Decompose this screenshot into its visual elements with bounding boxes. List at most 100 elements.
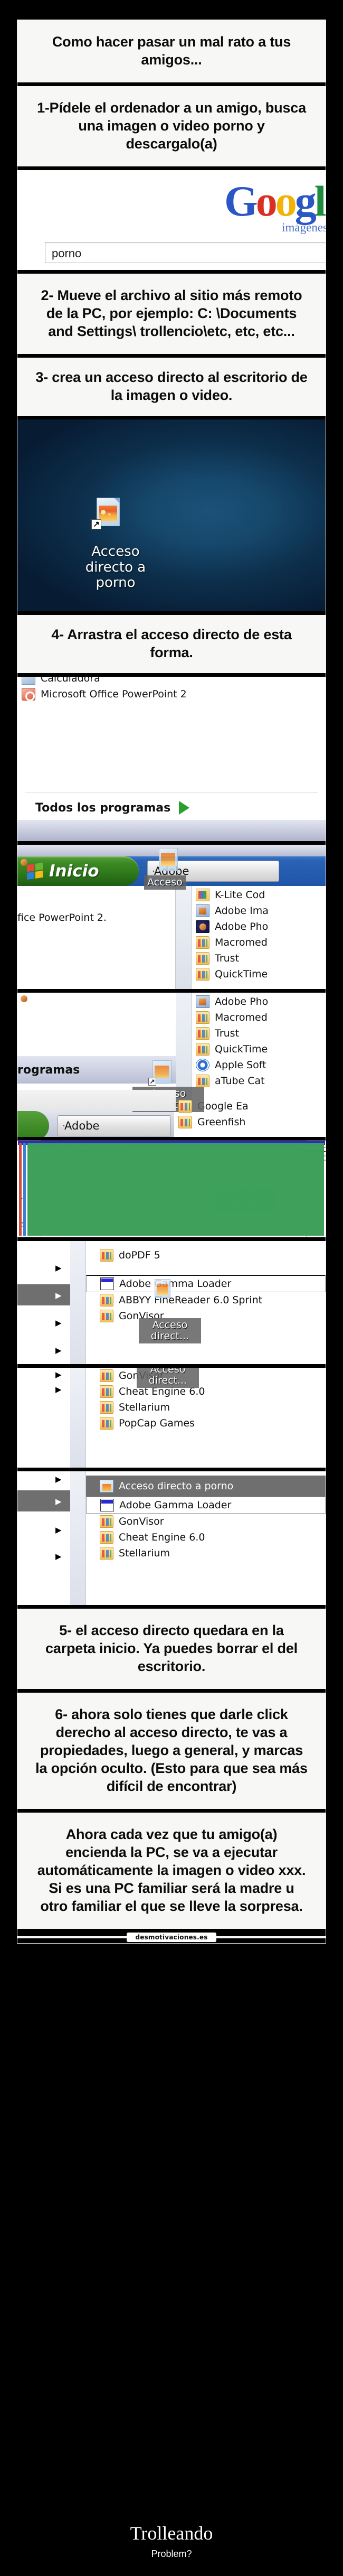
start-button-label: Inicio: [49, 862, 99, 881]
start-button[interactable]: Inicio: [17, 856, 139, 886]
program-item[interactable]: K-Lite Cod: [192, 887, 326, 903]
shortcut-arrow-icon: ↗: [91, 519, 101, 530]
programs-column: Google Ea Greenfish: [174, 1100, 326, 1137]
programs-submenu-column: doPDF 5 Adobe Gamma Loader ABBYY FineRea…: [86, 1241, 326, 1365]
submenu-row-highlight: [17, 1490, 70, 1512]
startmenu-screenshot-games: ▶ ▶ GonVisor Cheat Engine 6.0 Stellarium…: [17, 1368, 326, 1472]
menu-item-powerpoint[interactable]: Microsoft Office PowerPoint 2: [17, 686, 326, 702]
program-label: Apple Soft: [215, 1059, 266, 1071]
startmenu-scroll-rail[interactable]: [70, 1471, 86, 1606]
program-item[interactable]: aTube Cat: [192, 1073, 326, 1089]
chevron-right-icon: ▶: [55, 1319, 62, 1328]
program-label: Google Ea: [197, 1100, 249, 1113]
submenu-item-popcap[interactable]: PopCap Games: [86, 1415, 326, 1431]
all-programs-label: Todos los programas: [35, 801, 171, 815]
submenu-item-adobe-gamma-loader[interactable]: Adobe Gamma Loader: [86, 1275, 326, 1293]
startmenu-scroll-rail[interactable]: [70, 1368, 86, 1468]
program-item[interactable]: Adobe Ima: [192, 903, 326, 919]
program-item[interactable]: Trust: [192, 950, 326, 966]
menu-item-label: Stellarium: [119, 1547, 170, 1560]
google-search-value: porno: [52, 247, 82, 260]
submenu-item-stellarium[interactable]: Stellarium: [86, 1399, 326, 1415]
folder-icon: [196, 1043, 209, 1056]
google-logo-letter-g2: g: [294, 177, 317, 226]
program-label: aTube Cat: [215, 1075, 265, 1087]
program-item[interactable]: QuickTime: [192, 966, 326, 982]
folder-icon: [307, 1160, 326, 1161]
chevron-right-icon: ▶: [55, 1346, 62, 1356]
folder-icon: [100, 1310, 113, 1323]
folder-icon: [196, 952, 209, 965]
submenu-right-edge: [307, 1141, 326, 1238]
menu-item-cheat-engine[interactable]: Cheat Engine 6.0: [86, 1529, 326, 1545]
program-item[interactable]: Macromed: [192, 1010, 326, 1025]
menu-item-acceso-directo-porno[interactable]: Acceso directo a porno: [86, 1476, 326, 1497]
startmenu-scroll-rail[interactable]: [176, 886, 192, 990]
google-logo-letter-l: l: [314, 177, 326, 226]
folder-icon: [196, 1027, 209, 1040]
panel-title: Como hacer pasar un mal rato a tus amigo…: [17, 20, 326, 87]
menu-item-powerpoint-cut[interactable]: fice PowerPoint 2.: [17, 910, 175, 925]
shortcut-label-line-2: directo a: [85, 559, 146, 575]
all-programs-button[interactable]: Todos los programas: [17, 796, 326, 820]
menu-item-label: Cheat Engine 6.0: [119, 1532, 205, 1544]
startmenu-scroll-rail[interactable]: [70, 1241, 86, 1365]
drag-tooltip: Acceso: [144, 875, 186, 890]
shortcut-image-icon: [100, 1480, 113, 1493]
menu-item-label: Calculadora: [41, 677, 100, 685]
program-label: Trust: [215, 953, 240, 965]
drag-tooltip: Acceso direct...: [137, 1368, 199, 1388]
desktop-shortcut-icon[interactable]: ↗: [91, 498, 127, 530]
program-item[interactable]: Apple Soft: [192, 1057, 326, 1073]
folder-icon: [196, 1075, 209, 1088]
programs-column: K-Lite Cod Adobe Ima Adobe Pho Macromed …: [192, 886, 326, 990]
program-item[interactable]: Macromed: [192, 935, 326, 950]
panel-step-6: 6- ahora solo tienes que darle click der…: [17, 1693, 326, 1813]
program-item[interactable]: Adobe Pho: [192, 994, 326, 1010]
folder-icon: [196, 1011, 209, 1024]
program-item[interactable]: Adobe Pho: [192, 919, 326, 935]
folder-icon: [100, 1385, 113, 1398]
startmenu-left-column: rogramas ↗ Acceso direct...: [17, 993, 204, 1112]
google-images-subtitle: imágenes: [282, 221, 326, 235]
submenu-label: doPDF 5: [119, 1249, 160, 1262]
chevron-right-icon: ▶: [55, 1475, 62, 1485]
apple-software-icon: [196, 1059, 209, 1072]
program-item[interactable]: Trust: [192, 1025, 326, 1041]
menu-item-stellarium[interactable]: Stellarium: [86, 1545, 326, 1561]
folder-icon: [100, 1417, 113, 1430]
brand-label: desmotivaciones.es: [127, 1933, 216, 1943]
menu-item-adobe-gamma-loader[interactable]: Adobe Gamma Loader: [86, 1497, 326, 1514]
drag-tooltip-line-2: direct...: [150, 1330, 189, 1342]
menu-item-gonvisor[interactable]: GonVisor: [86, 1514, 326, 1529]
shortcut-label-line-3: porno: [96, 575, 136, 591]
program-item[interactable]: Greenfish: [174, 1114, 326, 1130]
folder-icon: [100, 1401, 113, 1414]
submenu-item-cheat-engine[interactable]: Cheat Engine 6.0: [86, 1384, 326, 1399]
menu-item-calculadora[interactable]: Calculadora: [17, 677, 326, 686]
programs-column: Adobe Pho Macromed Trust QuickTime Apple…: [192, 993, 326, 1112]
google-search-input[interactable]: porno: [45, 242, 326, 264]
adobe-imageready-icon: [196, 904, 209, 918]
menu-item-label: Acceso directo a porno: [119, 1480, 234, 1492]
poster-frame: Como hacer pasar un mal rato a tus amigo…: [17, 20, 326, 1944]
program-item[interactable]: QuickTime: [192, 1041, 326, 1057]
submenu-item-gonvisor[interactable]: GonVisor: [86, 1308, 326, 1324]
submenu-label: ABBYY FineReader 6.0 Sprint: [119, 1294, 263, 1306]
submenu-item-dopdf[interactable]: doPDF 5: [86, 1247, 326, 1263]
submenu-item-gonvisor[interactable]: GonVisor: [86, 1368, 326, 1384]
panel-step-5: 5- el acceso directo quedara en la carpe…: [17, 1609, 326, 1693]
photo-thumbnail-icon: [99, 506, 117, 522]
programs-submenu-column: GonVisor Cheat Engine 6.0 Stellarium Pop…: [86, 1368, 326, 1468]
program-label: Adobe Ima: [215, 905, 269, 917]
folder-icon: [196, 936, 209, 949]
taskbar-item-adobe[interactable]: Adobe: [58, 1115, 171, 1137]
folder-icon: [178, 1116, 192, 1129]
drag-tooltip-line-1: Acceso: [150, 1368, 186, 1376]
chevron-right-icon: [179, 801, 190, 815]
program-label: Trust: [215, 1028, 240, 1040]
startmenu-screenshot-drag-1: Inicio Adobe Acceso fice PowerPoint 2. K…: [17, 845, 326, 993]
final-menu-column: Acceso directo a porno Adobe Gamma Loade…: [86, 1471, 326, 1606]
chevron-right-icon: ▶: [55, 1291, 62, 1301]
submenu-item-abbyy[interactable]: ABBYY FineReader 6.0 Sprint: [86, 1292, 326, 1308]
